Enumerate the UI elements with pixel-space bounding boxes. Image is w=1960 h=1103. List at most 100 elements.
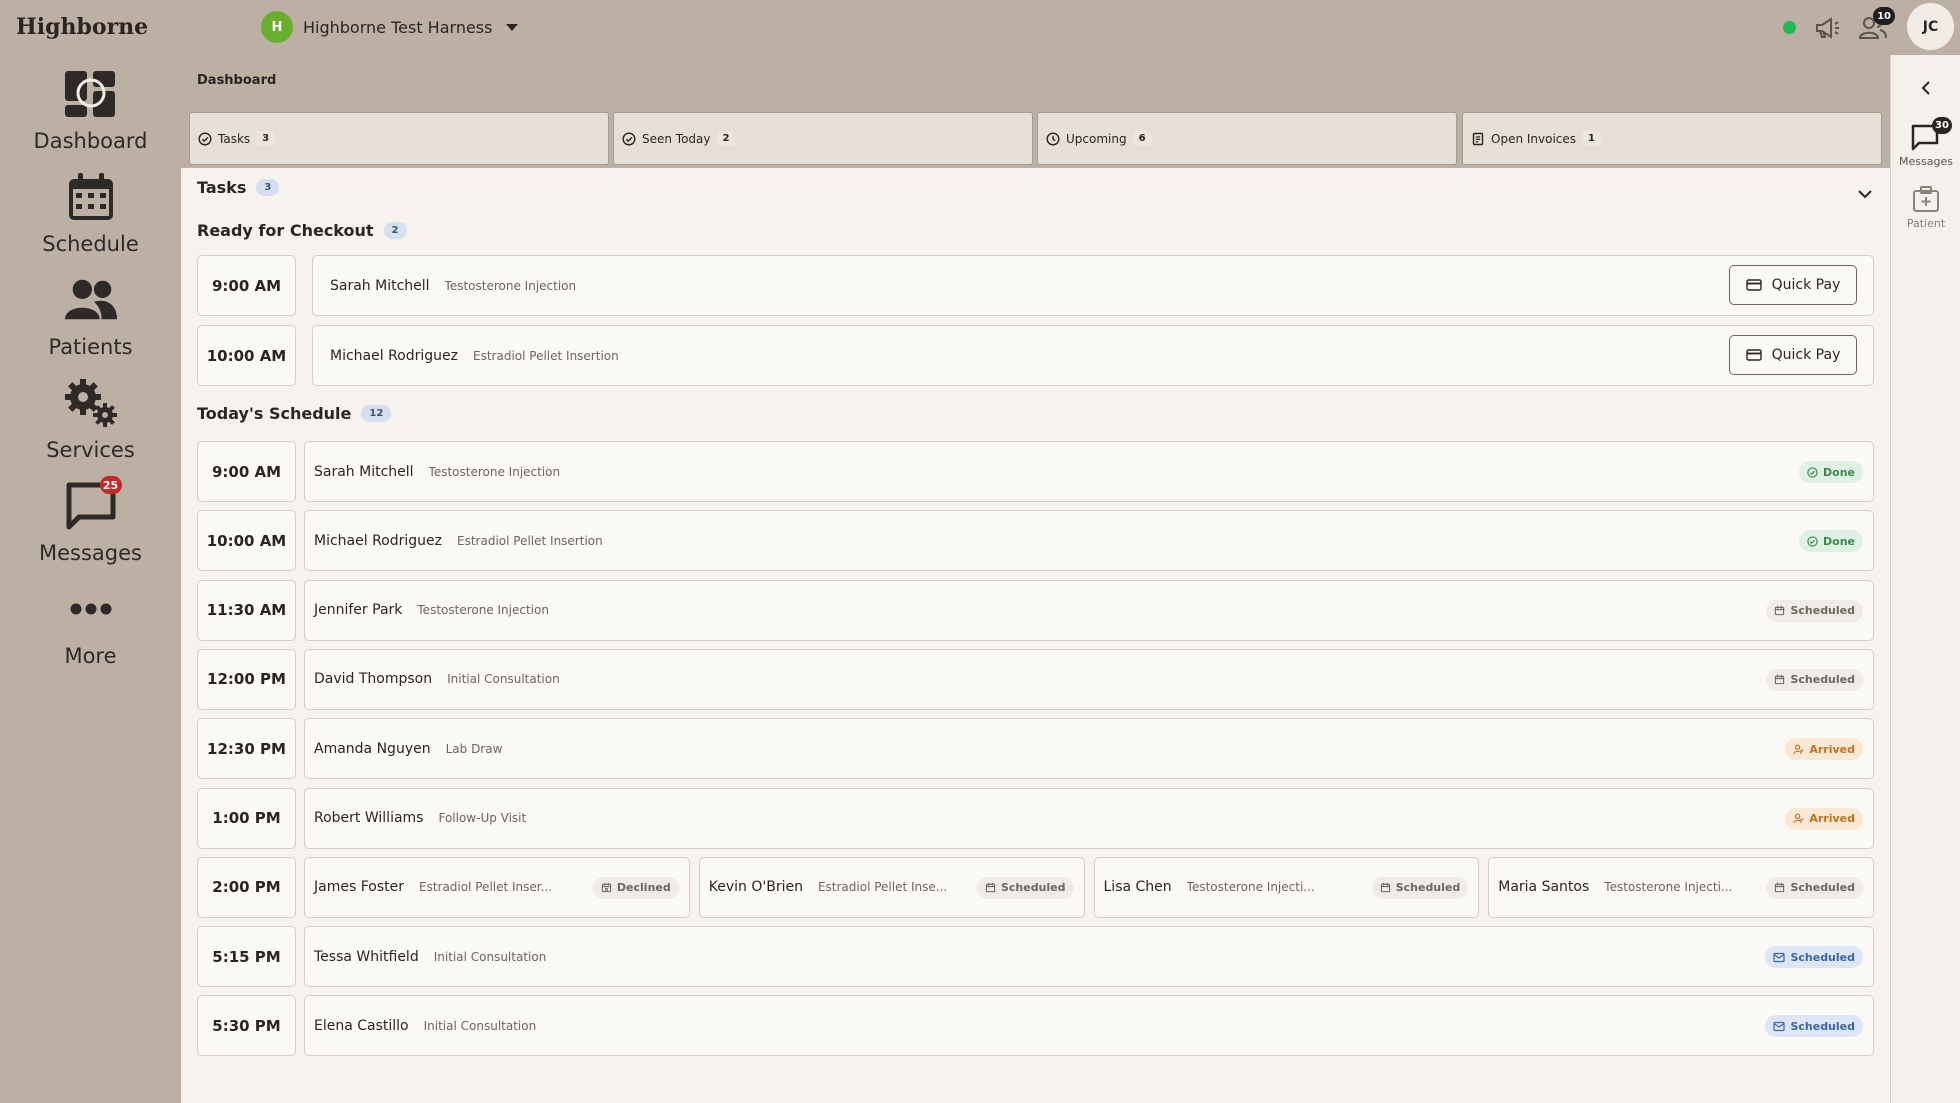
patient-name: Sarah Mitchell — [330, 277, 430, 294]
checkout-appointment-card[interactable]: Michael Rodriguez Estradiol Pellet Insert… — [312, 325, 1874, 386]
status-label: Scheduled — [1395, 881, 1461, 895]
quick-pay-button[interactable]: Quick Pay — [1729, 335, 1857, 375]
org-name: Highborne Test Harness — [303, 17, 493, 37]
status-badge: Scheduled — [976, 876, 1074, 899]
chevron-left-icon[interactable] — [1913, 75, 1939, 101]
quick-pay-button[interactable]: Quick Pay — [1729, 265, 1857, 305]
chat-icon: 30 — [1910, 117, 1952, 151]
appointment-time: 11:30 AM — [197, 579, 296, 641]
person-check-icon — [1793, 744, 1805, 755]
calendar-x-icon — [601, 882, 612, 893]
sidebar-item-label: Patients — [48, 335, 133, 359]
rail-messages[interactable]: 30 Messages — [1891, 117, 1960, 168]
check-circle-icon — [1807, 536, 1818, 547]
appointment-card[interactable]: David Thompson Initial Consultation Schedu… — [304, 648, 1874, 710]
tasks-count: 3 — [256, 179, 280, 196]
sidebar-item-services[interactable]: Services — [0, 376, 181, 476]
appointment-card[interactable]: Amanda Nguyen Lab Draw Arrived — [304, 718, 1874, 780]
status-label: Scheduled — [1790, 604, 1855, 618]
checkout-count: 2 — [383, 222, 407, 239]
calendar-icon — [985, 882, 996, 893]
schedule-row: 10:00 AM Michael Rodriguez Estradiol Pelle… — [197, 510, 1874, 572]
main-content: Tasks 3 Ready for Checkout 2 9:00 AM Sara… — [181, 168, 1890, 1103]
appointment-card[interactable]: Jennifer Park Testosterone Injection Sched… — [304, 579, 1874, 641]
appointment-time: 5:30 PM — [197, 995, 296, 1057]
status-badge: Done — [1799, 530, 1863, 553]
megaphone-icon[interactable] — [1813, 14, 1841, 42]
appointment-card[interactable]: Lisa Chen Testosterone Injecti... Schedule… — [1093, 856, 1480, 918]
calendar-icon — [1774, 674, 1785, 685]
brand-logo[interactable]: Highborne — [16, 14, 148, 40]
appointment-card[interactable]: Maria Santos Testosterone Injecti... Sched… — [1488, 856, 1874, 918]
notifications-people-icon[interactable]: 10 — [1859, 7, 1895, 42]
tab-count: 1 — [1582, 131, 1601, 146]
status-label: Done — [1823, 465, 1855, 479]
tab-label: Upcoming — [1066, 131, 1127, 146]
rail-patient[interactable]: Patient — [1891, 185, 1960, 230]
schedule-row: 9:00 AM Sarah Mitchell Testosterone Inject… — [197, 441, 1874, 502]
service-name: Estradiol Pellet Inse... — [817, 880, 948, 895]
people-icon — [63, 273, 119, 327]
org-switcher[interactable]: H Highborne Test Harness — [261, 11, 519, 43]
checkout-appointment-card[interactable]: Sarah Mitchell Testosterone Injection Quic… — [312, 255, 1874, 316]
patient-name: Lisa Chen — [1103, 879, 1172, 896]
status-label: Done — [1823, 534, 1855, 548]
sidebar-item-schedule[interactable]: Schedule — [0, 170, 181, 270]
status-badge: Arrived — [1785, 738, 1863, 761]
sidebar-item-more[interactable]: More — [0, 582, 181, 682]
person-check-icon — [1793, 813, 1805, 824]
service-name: Testosterone Injection — [444, 278, 577, 293]
status-badge: Scheduled — [1371, 876, 1469, 899]
tab-seen-today[interactable]: Seen Today 2 — [613, 112, 1033, 165]
checkout-row: 9:00 AM Sarah Mitchell Testosterone Inject… — [197, 255, 1874, 316]
service-name: Testosterone Injection — [428, 464, 561, 479]
status-label: Scheduled — [1000, 881, 1066, 895]
dashboard-icon — [63, 67, 119, 121]
tasks-section-header[interactable]: Tasks 3 — [197, 178, 280, 197]
schedule-row: 1:00 PM Robert Williams Follow-Up Visit Arr… — [197, 787, 1874, 849]
appointment-card[interactable]: Robert Williams Follow-Up Visit Arrived — [304, 787, 1874, 849]
checkout-row: 10:00 AM Michael Rodriguez Estradiol Pelle… — [197, 325, 1874, 386]
status-badge: Done — [1799, 461, 1863, 483]
service-name: Estradiol Pellet Insertion — [473, 348, 619, 363]
quick-pay-label: Quick Pay — [1771, 277, 1841, 293]
credit-card-icon — [1745, 349, 1762, 361]
tab-upcoming[interactable]: Upcoming 6 — [1037, 112, 1457, 165]
chevron-down-icon[interactable] — [1853, 182, 1877, 206]
service-name: Estradiol Pellet Inser... — [418, 880, 553, 895]
appointment-card[interactable]: James Foster Estradiol Pellet Inser... Dec… — [304, 856, 690, 918]
breadcrumb: Dashboard — [181, 55, 1890, 109]
messages-badge: 25 — [99, 476, 122, 494]
calendar-icon — [1774, 605, 1785, 616]
user-avatar[interactable]: JC — [1907, 3, 1954, 50]
tab-label: Seen Today — [642, 131, 711, 146]
chevron-down-icon — [506, 23, 519, 31]
sidebar-item-dashboard[interactable]: Dashboard — [0, 67, 181, 167]
patient-name: Kevin O'Brien — [708, 879, 803, 896]
appointment-card[interactable]: Sarah Mitchell Testosterone Injection Done — [304, 441, 1874, 502]
appointment-time: 9:00 AM — [197, 441, 296, 502]
rail-messages-badge: 30 — [1932, 117, 1952, 134]
calendar-icon — [1774, 882, 1785, 893]
top-bar: Highborne H Highborne Test Harness 10 JC — [0, 0, 1960, 55]
tab-tasks[interactable]: Tasks 3 — [189, 112, 609, 165]
appointment-card[interactable]: Elena Castillo Initial Consultation Schedu… — [304, 995, 1874, 1057]
appointment-card[interactable]: Kevin O'Brien Estradiol Pellet Inse... Sch… — [698, 856, 1085, 918]
status-badge: Scheduled — [1765, 1015, 1863, 1038]
tab-open-invoices[interactable]: Open Invoices 1 — [1462, 112, 1882, 165]
service-name: Initial Consultation — [433, 949, 547, 964]
status-label: Scheduled — [1790, 950, 1855, 964]
status-badge: Scheduled — [1766, 668, 1863, 691]
schedule-row: 11:30 AM Jennifer Park Testosterone Inject… — [197, 579, 1874, 641]
patient-name: Elena Castillo — [314, 1017, 409, 1034]
notifications-badge: 10 — [1873, 7, 1895, 25]
sidebar-item-messages[interactable]: 25 Messages — [0, 476, 181, 579]
appointment-card[interactable]: Tessa Whitfield Initial Consultation Sched… — [304, 926, 1874, 988]
appointment-card[interactable]: Michael Rodriguez Estradiol Pellet Insert… — [304, 510, 1874, 572]
tab-label: Open Invoices — [1491, 131, 1577, 146]
patient-name: Tessa Whitfield — [314, 948, 419, 965]
schedule-row: 12:00 PM David Thompson Initial Consultati… — [197, 648, 1874, 710]
envelope-icon — [1773, 952, 1786, 963]
status-label: Arrived — [1809, 742, 1855, 756]
sidebar-item-patients[interactable]: Patients — [0, 273, 181, 373]
